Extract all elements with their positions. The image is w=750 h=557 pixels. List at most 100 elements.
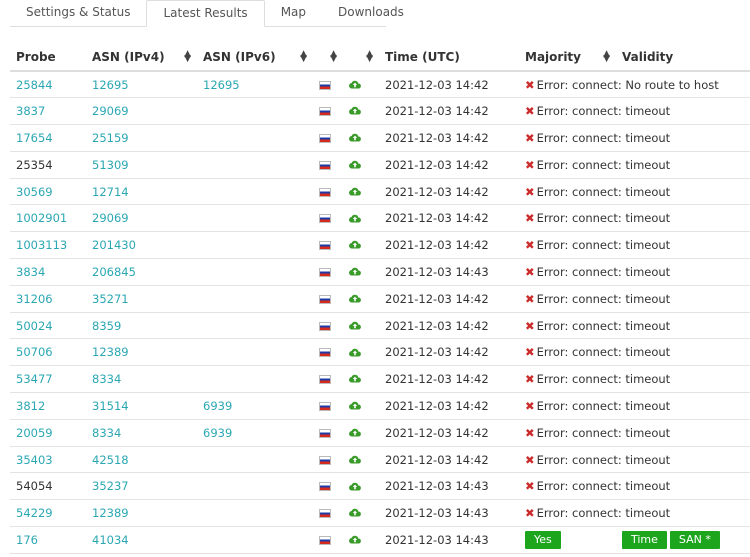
probe-link[interactable]: 3812 xyxy=(16,399,45,413)
table-row: 31206 35271 2021-12-03 14:42 ✖ Error: connec… xyxy=(10,285,750,313)
probe-link[interactable]: 20059 xyxy=(16,426,53,440)
column-header-time[interactable]: Time (UTC) xyxy=(379,44,519,72)
results-table: Probe ASN (IPv4) ▲ ▼ ASN (IPv6) ▲ ▼ ▲ ▼ ▲ ▼ Ti… xyxy=(10,44,750,554)
asn-ipv4-link[interactable]: 35237 xyxy=(92,479,129,493)
russia-flag-icon xyxy=(319,375,331,385)
result-time: 2021-12-03 14:42 xyxy=(385,157,489,172)
tab-map[interactable]: Map xyxy=(265,0,322,26)
error-x-icon: ✖ xyxy=(525,452,535,467)
asn-ipv4-link[interactable]: 12714 xyxy=(92,185,129,199)
table-row: 25844 12695 12695 2021-12-03 14:42 ✖ Error: c… xyxy=(10,71,750,99)
asn-ipv4-link[interactable]: 201430 xyxy=(92,238,136,252)
asn-ipv4-link[interactable]: 29069 xyxy=(92,104,129,118)
cloud-upload-icon xyxy=(349,346,361,360)
asn-ipv4-link[interactable]: 31514 xyxy=(92,399,129,413)
probe-link[interactable]: 1002901 xyxy=(16,211,67,225)
asn-ipv4-link[interactable]: 42518 xyxy=(92,453,129,467)
cloud-upload-icon xyxy=(349,212,361,226)
table-row: 1002901 29069 2021-12-03 14:42 ✖ Error: conn… xyxy=(10,204,750,233)
asn-ipv4-link[interactable]: 8334 xyxy=(92,372,121,386)
column-header-majority[interactable]: Majority ▲ ▼ xyxy=(519,44,616,72)
table-row: 3812 31514 6939 2021-12-03 14:42 ✖ Error: con… xyxy=(10,392,750,420)
table-header: Probe ASN (IPv4) ▲ ▼ ASN (IPv6) ▲ ▼ ▲ ▼ ▲ ▼ Ti… xyxy=(10,44,750,72)
asn-ipv6-link[interactable]: 12695 xyxy=(203,78,240,92)
column-header-probe[interactable]: Probe xyxy=(10,44,86,72)
probe-link[interactable]: 50706 xyxy=(16,345,53,359)
sort-arrows-icon: ▲ ▼ xyxy=(330,49,337,64)
asn-ipv4-link[interactable]: 206845 xyxy=(92,265,136,279)
probe-link[interactable]: 50024 xyxy=(16,319,53,333)
error-x-icon: ✖ xyxy=(525,104,535,119)
probe-link[interactable]: 25844 xyxy=(16,78,53,92)
russia-flag-icon xyxy=(319,348,331,358)
error-x-icon: ✖ xyxy=(525,425,535,440)
tab-bar: Settings & Status Latest Results Map Dow… xyxy=(10,0,404,27)
result-message: Error: connect: timeout xyxy=(536,238,671,253)
asn-ipv4-link[interactable]: 12389 xyxy=(92,506,129,520)
table-row: 176 41034 2021-12-03 14:43 Yes Time SAN * xyxy=(10,526,750,554)
probe-link[interactable]: 30569 xyxy=(16,185,53,199)
tab-latest-results[interactable]: Latest Results xyxy=(146,0,265,27)
asn-ipv4-link[interactable]: 12389 xyxy=(92,345,129,359)
russia-flag-icon xyxy=(319,133,331,143)
russia-flag-icon xyxy=(319,428,331,438)
table-row: 3834 206845 2021-12-03 14:43 ✖ Error: connec… xyxy=(10,258,750,286)
table-row: 1003113 201430 2021-12-03 14:42 ✖ Error: con… xyxy=(10,231,750,260)
asn-ipv6-link[interactable]: 6939 xyxy=(203,426,232,440)
column-header-asn-ipv6[interactable]: ASN (IPv6) ▲ ▼ xyxy=(197,44,313,72)
probe-link[interactable]: 1003113 xyxy=(16,238,67,252)
error-x-icon: ✖ xyxy=(525,398,535,413)
asn-ipv4-link[interactable]: 12695 xyxy=(92,78,129,92)
result-message: Error: connect: timeout xyxy=(536,157,671,172)
result-time: 2021-12-03 14:42 xyxy=(385,398,489,413)
tab-downloads[interactable]: Downloads xyxy=(322,0,420,26)
column-header-flag[interactable]: ▲ ▼ xyxy=(313,44,343,72)
probe-id: 25354 xyxy=(16,157,53,172)
probe-link[interactable]: 53477 xyxy=(16,372,53,386)
result-time: 2021-12-03 14:42 xyxy=(385,211,489,226)
validity-badge: Time xyxy=(622,530,667,549)
tab-settings-status[interactable]: Settings & Status xyxy=(10,0,146,26)
column-header-status-icon[interactable]: ▲ ▼ xyxy=(343,44,379,72)
table-row: 53477 8334 2021-12-03 14:42 ✖ Error: connect… xyxy=(10,365,750,394)
probe-link[interactable]: 17654 xyxy=(16,131,53,145)
probe-link[interactable]: 35403 xyxy=(16,453,53,467)
probe-link[interactable]: 54229 xyxy=(16,506,53,520)
asn-ipv4-link[interactable]: 29069 xyxy=(92,211,129,225)
sort-arrows-icon: ▲ ▼ xyxy=(184,49,191,64)
asn-ipv4-link[interactable]: 8359 xyxy=(92,319,121,333)
error-x-icon: ✖ xyxy=(525,184,535,199)
error-x-icon: ✖ xyxy=(525,77,535,92)
result-message: Error: connect: timeout xyxy=(536,318,671,333)
russia-flag-icon xyxy=(319,482,331,492)
cloud-upload-icon xyxy=(349,506,361,520)
asn-ipv4-link[interactable]: 35271 xyxy=(92,292,129,306)
russia-flag-icon xyxy=(319,267,331,277)
table-row: 17654 25159 2021-12-03 14:42 ✖ Error: connec… xyxy=(10,124,750,152)
cloud-upload-icon xyxy=(349,292,361,306)
error-x-icon: ✖ xyxy=(525,372,535,387)
result-message: Error: connect: timeout xyxy=(536,345,671,360)
asn-ipv4-link[interactable]: 41034 xyxy=(92,533,129,547)
cloud-upload-icon xyxy=(349,104,361,118)
sort-arrows-icon: ▲ ▼ xyxy=(300,49,307,64)
russia-flag-icon xyxy=(319,509,331,519)
result-time: 2021-12-03 14:42 xyxy=(385,104,489,119)
russia-flag-icon xyxy=(319,160,331,170)
probe-link[interactable]: 176 xyxy=(16,533,38,547)
column-header-validity[interactable]: Validity xyxy=(616,44,750,72)
table-row: 25354 51309 2021-12-03 14:42 ✖ Error: connec… xyxy=(10,151,750,179)
error-x-icon: ✖ xyxy=(525,211,535,226)
probe-link[interactable]: 3837 xyxy=(16,104,45,118)
error-x-icon: ✖ xyxy=(525,318,535,333)
asn-ipv4-link[interactable]: 8334 xyxy=(92,426,121,440)
column-header-asn-ipv4[interactable]: ASN (IPv4) ▲ ▼ xyxy=(86,44,197,72)
probe-link[interactable]: 31206 xyxy=(16,292,53,306)
result-message: Error: connect: timeout xyxy=(536,479,671,494)
asn-ipv4-link[interactable]: 51309 xyxy=(92,158,129,172)
asn-ipv6-link[interactable]: 6939 xyxy=(203,399,232,413)
asn-ipv4-link[interactable]: 25159 xyxy=(92,131,129,145)
probe-id: 54054 xyxy=(16,479,53,494)
error-x-icon: ✖ xyxy=(525,345,535,360)
probe-link[interactable]: 3834 xyxy=(16,265,45,279)
